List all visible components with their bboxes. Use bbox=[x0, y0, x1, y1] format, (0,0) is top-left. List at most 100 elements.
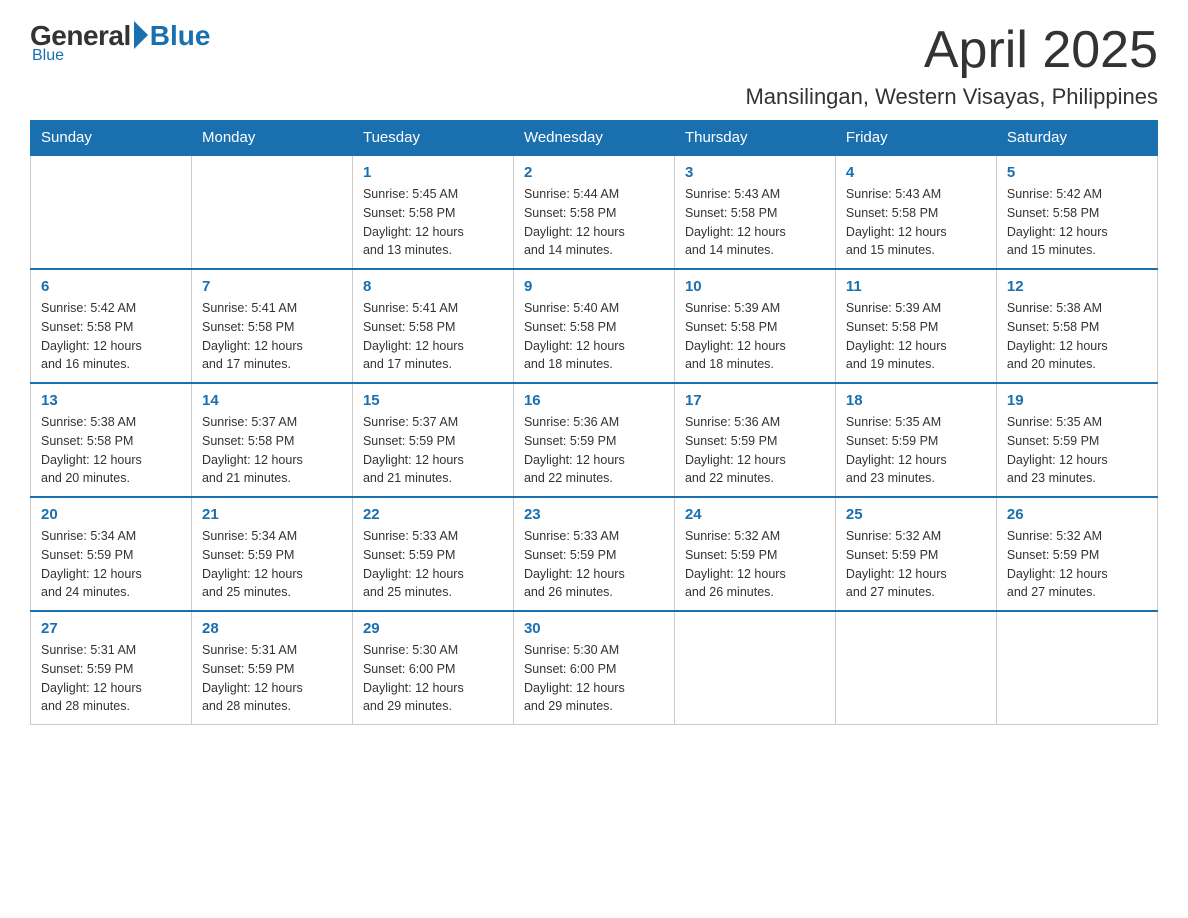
calendar-cell: 2 Sunrise: 5:44 AMSunset: 5:58 PMDaylight… bbox=[513, 155, 674, 269]
day-info: Sunrise: 5:37 AMSunset: 5:58 PMDaylight:… bbox=[202, 413, 342, 488]
day-info: Sunrise: 5:39 AMSunset: 5:58 PMDaylight:… bbox=[685, 299, 825, 374]
day-info: Sunrise: 5:32 AMSunset: 5:59 PMDaylight:… bbox=[685, 527, 825, 602]
calendar-cell bbox=[674, 611, 835, 725]
day-info: Sunrise: 5:34 AMSunset: 5:59 PMDaylight:… bbox=[202, 527, 342, 602]
calendar-cell: 14Sunrise: 5:37 AMSunset: 5:58 PMDayligh… bbox=[191, 383, 352, 497]
calendar-cell bbox=[835, 611, 996, 725]
calendar-header-tuesday: Tuesday bbox=[352, 121, 513, 156]
day-number: 11 bbox=[846, 278, 986, 295]
day-info: Sunrise: 5:30 AMSunset: 6:00 PMDaylight:… bbox=[524, 641, 664, 716]
day-info: Sunrise: 5:32 AMSunset: 5:59 PMDaylight:… bbox=[846, 527, 986, 602]
logo: General Blue Blue bbox=[30, 20, 210, 65]
day-info: Sunrise: 5:35 AMSunset: 5:59 PMDaylight:… bbox=[1007, 413, 1147, 488]
day-info: Sunrise: 5:38 AMSunset: 5:58 PMDaylight:… bbox=[41, 413, 181, 488]
day-info: Sunrise: 5:31 AMSunset: 5:59 PMDaylight:… bbox=[41, 641, 181, 716]
calendar-cell: 18 Sunrise: 5:35 AMSunset: 5:59 PMDayligh… bbox=[835, 383, 996, 497]
day-number: 2 bbox=[524, 164, 664, 181]
calendar-header-friday: Friday bbox=[835, 121, 996, 156]
calendar-cell: 10 Sunrise: 5:39 AMSunset: 5:58 PMDayligh… bbox=[674, 269, 835, 383]
logo-subtitle: Blue bbox=[32, 47, 64, 65]
day-number: 8 bbox=[363, 278, 503, 295]
calendar-cell: 9Sunrise: 5:40 AMSunset: 5:58 PMDaylight… bbox=[513, 269, 674, 383]
calendar-cell: 1 Sunrise: 5:45 AMSunset: 5:58 PMDaylight… bbox=[352, 155, 513, 269]
calendar-cell: 6 Sunrise: 5:42 AMSunset: 5:58 PMDaylight… bbox=[31, 269, 192, 383]
logo-blue-text: Blue bbox=[150, 20, 211, 52]
day-number: 3 bbox=[685, 164, 825, 181]
calendar-week-row: 20 Sunrise: 5:34 AMSunset: 5:59 PMDayligh… bbox=[31, 497, 1158, 611]
day-number: 6 bbox=[41, 278, 181, 295]
day-info: Sunrise: 5:40 AMSunset: 5:58 PMDaylight:… bbox=[524, 299, 664, 374]
calendar-cell: 22 Sunrise: 5:33 AMSunset: 5:59 PMDayligh… bbox=[352, 497, 513, 611]
calendar-week-row: 27 Sunrise: 5:31 AMSunset: 5:59 PMDayligh… bbox=[31, 611, 1158, 725]
day-info: Sunrise: 5:41 AMSunset: 5:58 PMDaylight:… bbox=[363, 299, 503, 374]
day-number: 5 bbox=[1007, 164, 1147, 181]
day-number: 29 bbox=[363, 620, 503, 637]
calendar-cell: 16 Sunrise: 5:36 AMSunset: 5:59 PMDayligh… bbox=[513, 383, 674, 497]
calendar-week-row: 6 Sunrise: 5:42 AMSunset: 5:58 PMDaylight… bbox=[31, 269, 1158, 383]
day-info: Sunrise: 5:36 AMSunset: 5:59 PMDaylight:… bbox=[524, 413, 664, 488]
day-info: Sunrise: 5:30 AMSunset: 6:00 PMDaylight:… bbox=[363, 641, 503, 716]
day-number: 12 bbox=[1007, 278, 1147, 295]
day-info: Sunrise: 5:32 AMSunset: 5:59 PMDaylight:… bbox=[1007, 527, 1147, 602]
calendar-cell: 19 Sunrise: 5:35 AMSunset: 5:59 PMDayligh… bbox=[996, 383, 1157, 497]
calendar-cell: 20 Sunrise: 5:34 AMSunset: 5:59 PMDayligh… bbox=[31, 497, 192, 611]
day-number: 4 bbox=[846, 164, 986, 181]
day-info: Sunrise: 5:42 AMSunset: 5:58 PMDaylight:… bbox=[41, 299, 181, 374]
calendar-cell: 8 Sunrise: 5:41 AMSunset: 5:58 PMDaylight… bbox=[352, 269, 513, 383]
day-number: 26 bbox=[1007, 506, 1147, 523]
calendar-header-saturday: Saturday bbox=[996, 121, 1157, 156]
calendar-cell bbox=[31, 155, 192, 269]
day-number: 1 bbox=[363, 164, 503, 181]
day-number: 13 bbox=[41, 392, 181, 409]
day-info: Sunrise: 5:45 AMSunset: 5:58 PMDaylight:… bbox=[363, 185, 503, 260]
day-number: 18 bbox=[846, 392, 986, 409]
day-info: Sunrise: 5:38 AMSunset: 5:58 PMDaylight:… bbox=[1007, 299, 1147, 374]
calendar-cell bbox=[996, 611, 1157, 725]
day-number: 25 bbox=[846, 506, 986, 523]
day-number: 16 bbox=[524, 392, 664, 409]
day-info: Sunrise: 5:42 AMSunset: 5:58 PMDaylight:… bbox=[1007, 185, 1147, 260]
day-number: 22 bbox=[363, 506, 503, 523]
day-info: Sunrise: 5:43 AMSunset: 5:58 PMDaylight:… bbox=[685, 185, 825, 260]
calendar-cell: 17 Sunrise: 5:36 AMSunset: 5:59 PMDayligh… bbox=[674, 383, 835, 497]
calendar-header-thursday: Thursday bbox=[674, 121, 835, 156]
calendar-cell: 29 Sunrise: 5:30 AMSunset: 6:00 PMDayligh… bbox=[352, 611, 513, 725]
day-number: 27 bbox=[41, 620, 181, 637]
calendar-table: SundayMondayTuesdayWednesdayThursdayFrid… bbox=[30, 120, 1158, 725]
day-number: 17 bbox=[685, 392, 825, 409]
calendar-cell: 27 Sunrise: 5:31 AMSunset: 5:59 PMDayligh… bbox=[31, 611, 192, 725]
day-number: 7 bbox=[202, 278, 342, 295]
day-info: Sunrise: 5:33 AMSunset: 5:59 PMDaylight:… bbox=[363, 527, 503, 602]
calendar-cell: 21Sunrise: 5:34 AMSunset: 5:59 PMDayligh… bbox=[191, 497, 352, 611]
calendar-cell: 28Sunrise: 5:31 AMSunset: 5:59 PMDayligh… bbox=[191, 611, 352, 725]
day-info: Sunrise: 5:44 AMSunset: 5:58 PMDaylight:… bbox=[524, 185, 664, 260]
calendar-cell: 13 Sunrise: 5:38 AMSunset: 5:58 PMDayligh… bbox=[31, 383, 192, 497]
logo-triangle-icon bbox=[134, 21, 148, 49]
calendar-cell: 15 Sunrise: 5:37 AMSunset: 5:59 PMDayligh… bbox=[352, 383, 513, 497]
day-info: Sunrise: 5:34 AMSunset: 5:59 PMDaylight:… bbox=[41, 527, 181, 602]
day-info: Sunrise: 5:43 AMSunset: 5:58 PMDaylight:… bbox=[846, 185, 986, 260]
calendar-cell bbox=[191, 155, 352, 269]
calendar-week-row: 1 Sunrise: 5:45 AMSunset: 5:58 PMDaylight… bbox=[31, 155, 1158, 269]
calendar-cell: 5 Sunrise: 5:42 AMSunset: 5:58 PMDaylight… bbox=[996, 155, 1157, 269]
day-number: 30 bbox=[524, 620, 664, 637]
day-number: 10 bbox=[685, 278, 825, 295]
day-info: Sunrise: 5:37 AMSunset: 5:59 PMDaylight:… bbox=[363, 413, 503, 488]
day-number: 23 bbox=[524, 506, 664, 523]
day-number: 24 bbox=[685, 506, 825, 523]
day-number: 15 bbox=[363, 392, 503, 409]
day-number: 19 bbox=[1007, 392, 1147, 409]
day-info: Sunrise: 5:33 AMSunset: 5:59 PMDaylight:… bbox=[524, 527, 664, 602]
day-info: Sunrise: 5:39 AMSunset: 5:58 PMDaylight:… bbox=[846, 299, 986, 374]
calendar-cell: 4 Sunrise: 5:43 AMSunset: 5:58 PMDaylight… bbox=[835, 155, 996, 269]
calendar-cell: 23 Sunrise: 5:33 AMSunset: 5:59 PMDayligh… bbox=[513, 497, 674, 611]
calendar-cell: 11 Sunrise: 5:39 AMSunset: 5:58 PMDayligh… bbox=[835, 269, 996, 383]
calendar-cell: 25 Sunrise: 5:32 AMSunset: 5:59 PMDayligh… bbox=[835, 497, 996, 611]
day-info: Sunrise: 5:35 AMSunset: 5:59 PMDaylight:… bbox=[846, 413, 986, 488]
day-info: Sunrise: 5:31 AMSunset: 5:59 PMDaylight:… bbox=[202, 641, 342, 716]
calendar-cell: 7Sunrise: 5:41 AMSunset: 5:58 PMDaylight… bbox=[191, 269, 352, 383]
day-number: 20 bbox=[41, 506, 181, 523]
day-info: Sunrise: 5:36 AMSunset: 5:59 PMDaylight:… bbox=[685, 413, 825, 488]
calendar-header-sunday: Sunday bbox=[31, 121, 192, 156]
title-area: April 2025 Mansilingan, Western Visayas,… bbox=[745, 20, 1158, 110]
